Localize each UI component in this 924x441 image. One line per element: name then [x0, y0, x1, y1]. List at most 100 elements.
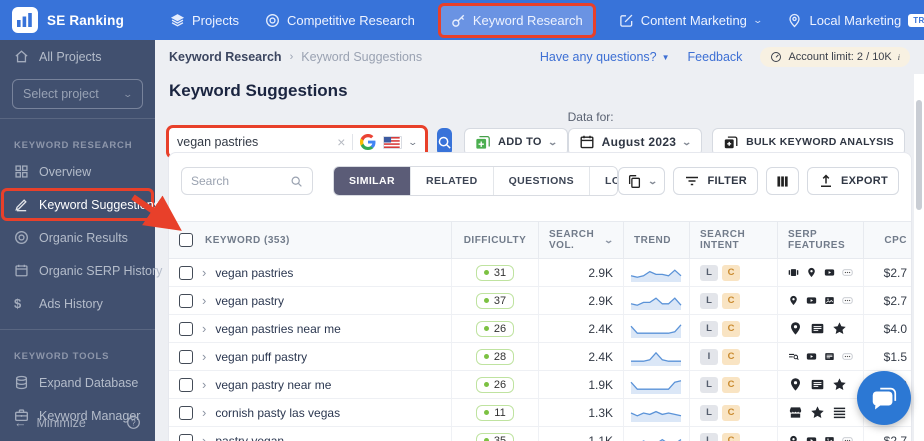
sidebar-item-ads-history[interactable]: $ Ads History	[0, 287, 155, 320]
tab-low-search-volume[interactable]: LOW SEARCH VOLUME	[589, 167, 617, 195]
intent-C-badge: C	[722, 376, 740, 393]
select-project-dropdown[interactable]: Select project ⌄	[12, 79, 143, 109]
column-header-search-vol[interactable]: SEARCH VOL. ⌄	[538, 222, 623, 258]
google-icon[interactable]	[360, 134, 376, 150]
sidebar-item-organic-results[interactable]: Organic Results	[0, 221, 155, 254]
row-checkbox[interactable]	[179, 349, 193, 364]
keyword-text[interactable]: vegan pastries near me	[215, 322, 340, 336]
column-header-trend: TREND	[623, 222, 689, 258]
sidebar-item-all-projects[interactable]: All Projects	[0, 40, 155, 73]
app-root: SE Ranking Projects Competitive Research K…	[0, 0, 924, 441]
live-chat-button[interactable]	[857, 371, 911, 425]
nav-item-keyword-research[interactable]: Keyword Research	[440, 5, 593, 35]
nav-item-projects[interactable]: Projects	[170, 13, 239, 28]
expand-chevron-icon[interactable]: ›	[202, 378, 206, 391]
clear-input-icon[interactable]: ×	[337, 135, 345, 149]
sidebar-section-header: KEYWORD TOOLS	[14, 351, 110, 362]
map-pin-icon	[788, 321, 803, 336]
table-controls: SIMILARRELATEDQUESTIONSLOW SEARCH VOLUME…	[169, 153, 911, 208]
sidebar-item-label: Ads History	[39, 296, 103, 311]
row-checkbox[interactable]	[179, 377, 193, 392]
chevron-down-icon[interactable]: ⌄	[408, 137, 419, 148]
breadcrumb-row: Keyword Research › Keyword Suggestions H…	[155, 40, 924, 74]
expand-chevron-icon[interactable]: ›	[202, 434, 206, 441]
expand-chevron-icon[interactable]: ›	[202, 406, 206, 419]
sidebar-item-overview[interactable]: Overview	[0, 155, 155, 188]
export-button[interactable]: EXPORT	[806, 167, 899, 195]
search-volume-cell: 1.3K	[538, 399, 623, 426]
tab-similar[interactable]: SIMILAR	[334, 167, 410, 195]
help-icon[interactable]: ?	[126, 415, 141, 430]
serp-features-cell	[777, 315, 863, 342]
expand-chevron-icon[interactable]: ›	[202, 322, 206, 335]
snippet-icon	[810, 321, 825, 336]
table-row: › vegan pastry 37 2.9K L C $2.7	[169, 287, 911, 315]
us-flag-icon[interactable]	[383, 135, 403, 149]
trend-sparkline	[641, 438, 682, 441]
brand[interactable]: SE Ranking	[12, 7, 132, 33]
keyword-text[interactable]: vegan pastry	[215, 294, 284, 308]
tab-questions[interactable]: QUESTIONS	[492, 167, 590, 195]
difficulty-cell: 26	[451, 371, 538, 398]
table-search-input[interactable]	[191, 174, 284, 188]
expand-chevron-icon[interactable]: ›	[202, 294, 206, 307]
sidebar-item-organic-serp-history[interactable]: Organic SERP History	[0, 254, 162, 287]
row-checkbox[interactable]	[179, 265, 193, 280]
difficulty-badge: 31	[475, 264, 515, 281]
select-all-checkbox[interactable]	[179, 233, 193, 247]
intent-C-badge: C	[722, 404, 740, 421]
serp-features-cell	[777, 259, 863, 286]
scrollbar[interactable]	[914, 74, 924, 441]
difficulty-dot	[483, 382, 489, 387]
serp-features-cell	[777, 287, 863, 314]
sidebar-item-expand-database[interactable]: Expand Database	[0, 366, 155, 399]
copy-button[interactable]: ⌄	[617, 167, 666, 195]
difficulty-dot	[483, 298, 489, 303]
snippet-icon	[810, 377, 825, 392]
breadcrumb-keyword-research[interactable]: Keyword Research	[169, 50, 282, 64]
trend-cell	[623, 259, 689, 286]
info-superscript: i	[897, 52, 900, 62]
keyword-text[interactable]: vegan puff pastry	[215, 350, 307, 364]
row-checkbox[interactable]	[179, 321, 193, 336]
page-title: Keyword Suggestions	[169, 81, 348, 100]
have-questions-link[interactable]: Have any questions? ▼	[540, 50, 670, 64]
table-row: › pastry vegan 35 1.1K L C $2.7	[169, 427, 911, 441]
expand-chevron-icon[interactable]: ›	[202, 350, 206, 363]
sidebar-item-label: Expand Database	[39, 375, 139, 390]
expand-chevron-icon[interactable]: ›	[202, 266, 206, 279]
cpc-cell: $2.7	[863, 287, 911, 314]
columns-button[interactable]	[765, 167, 799, 195]
difficulty-cell: 35	[451, 427, 538, 441]
nav-item-content-marketing[interactable]: Content Marketing ⌄	[619, 12, 763, 28]
cpc-cell: $1.5	[863, 343, 911, 370]
search-volume-cell: 1.1K	[538, 427, 623, 441]
scrollbar-thumb[interactable]	[916, 100, 922, 210]
sidebar-item-keyword-suggestions[interactable]: Keyword Suggestions	[4, 191, 160, 218]
nav-item-label: Content Marketing	[640, 12, 747, 28]
intent-L-badge: L	[700, 404, 718, 421]
feedback-link[interactable]: Feedback	[688, 50, 743, 64]
intent-L-badge: L	[700, 264, 718, 281]
column-header-serp-features: SERP FEATURES	[777, 222, 863, 258]
gauge-icon	[770, 51, 782, 63]
data-controls: Data for: August 2023 ⌄ BULK KEYWORD ANA…	[567, 110, 924, 156]
keyword-search-input[interactable]	[177, 135, 331, 149]
keyword-text[interactable]: pastry vegan	[215, 434, 284, 441]
results-card: SIMILARRELATEDQUESTIONSLOW SEARCH VOLUME…	[168, 152, 912, 441]
keyword-text[interactable]: vegan pastries	[215, 266, 293, 280]
keyword-text[interactable]: cornish pasty las vegas	[215, 406, 340, 420]
keyword-text[interactable]: vegan pastry near me	[215, 378, 331, 392]
minimize-button[interactable]: ← Minimize	[14, 416, 86, 430]
nav-item-local-marketing[interactable]: Local Marketing TRIAL	[787, 13, 924, 28]
row-checkbox[interactable]	[179, 293, 193, 308]
nav-item-label: Local Marketing	[809, 12, 902, 28]
tab-related[interactable]: RELATED	[409, 167, 493, 195]
row-checkbox[interactable]	[179, 433, 193, 441]
more-icon	[842, 433, 853, 441]
nav-item-competitive-research[interactable]: Competitive Research	[265, 13, 415, 28]
search-controls-row: × ⌄ ADD TO ⌄	[169, 110, 924, 156]
row-checkbox[interactable]	[179, 405, 193, 420]
image-icon	[824, 293, 835, 308]
filter-button[interactable]: FILTER	[673, 167, 758, 195]
